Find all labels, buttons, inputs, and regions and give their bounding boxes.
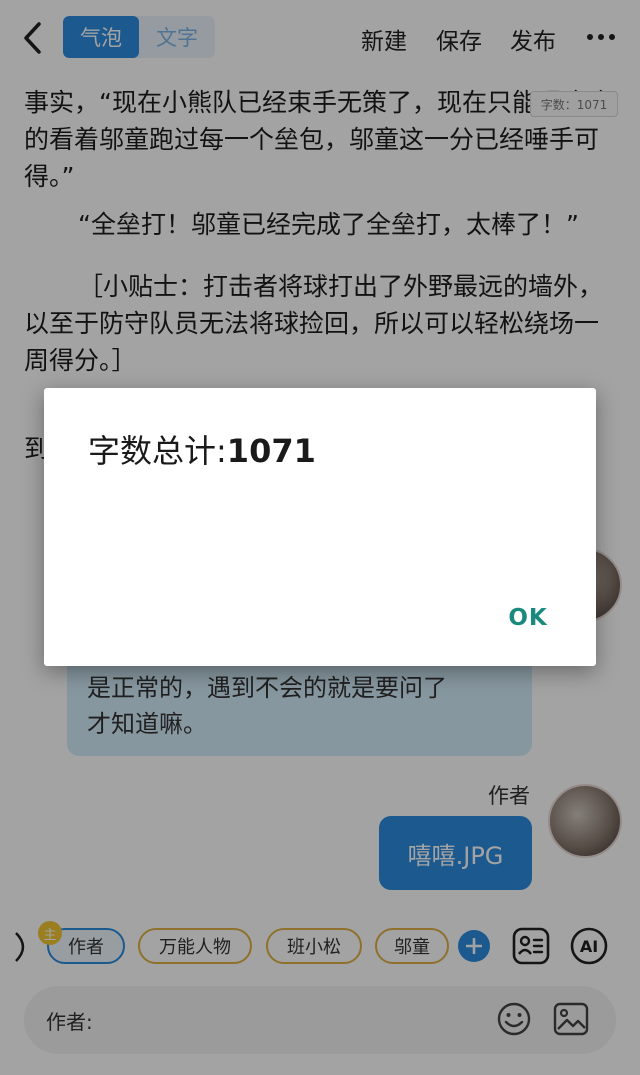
word-count-value: 1071	[226, 432, 316, 470]
word-count-dialog: 字数总计:1071 OK	[44, 388, 596, 666]
dialog-title-prefix: 字数总计:	[88, 432, 227, 470]
dialog-title: 字数总计:1071	[88, 426, 316, 472]
ok-button[interactable]: OK	[496, 598, 560, 638]
